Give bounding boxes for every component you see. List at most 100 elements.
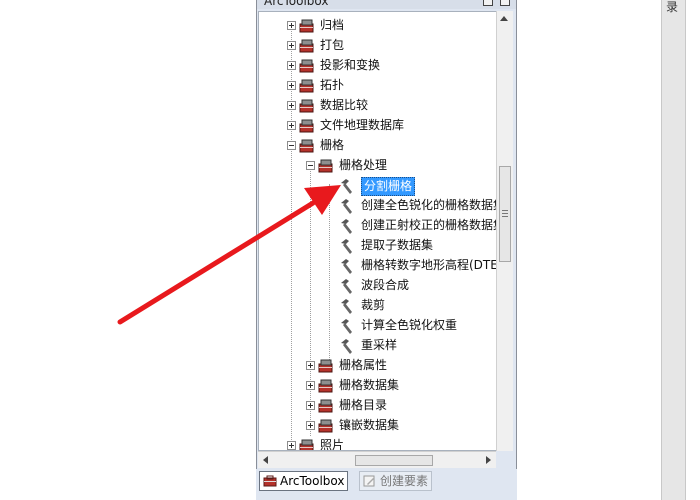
expand-plus-icon[interactable]	[287, 441, 296, 450]
hammer-icon	[341, 179, 352, 194]
tree-item-label: 栅格数据集	[339, 378, 400, 392]
tree-item-toolbox[interactable]: 打包	[259, 36, 512, 55]
bottom-tab-bar: ArcToolbox 创建要素	[256, 469, 517, 500]
collapse-minus-icon[interactable]	[306, 161, 315, 170]
hammer-icon	[341, 339, 352, 354]
toolbox-icon	[299, 39, 314, 53]
hammer-icon	[341, 279, 352, 294]
scroll-up-icon[interactable]	[500, 16, 508, 21]
toolbox-icon	[318, 379, 333, 393]
tab-label: 创建要素	[380, 474, 429, 488]
canvas-area	[0, 0, 256, 500]
tree-item-toolbox[interactable]: 栅格目录	[259, 396, 512, 415]
tree-item-tool[interactable]: 提取子数据集	[259, 236, 512, 255]
expand-plus-icon[interactable]	[287, 41, 296, 50]
tree-item-tool[interactable]: 波段合成	[259, 276, 512, 295]
tree-item-tool[interactable]: 创建全色锐化的栅格数据集	[259, 196, 512, 215]
tree-item-toolbox[interactable]: 拓扑	[259, 76, 512, 95]
tree-item-label: 文件地理数据库	[320, 118, 405, 132]
horizontal-scroll-thumb[interactable]	[355, 455, 433, 466]
hammer-icon	[341, 299, 352, 314]
toolbox-icon	[318, 159, 333, 173]
tree-item-label: 提取子数据集	[361, 238, 434, 252]
hammer-icon	[341, 219, 352, 234]
side-panel-label: 录	[666, 0, 679, 14]
toolbox-icon	[299, 119, 314, 133]
toolbox-icon	[299, 99, 314, 113]
tab-create-features[interactable]: 创建要素	[359, 471, 433, 491]
expand-plus-icon[interactable]	[287, 121, 296, 130]
tree-item-label: 栅格目录	[339, 398, 388, 412]
scroll-right-icon[interactable]	[486, 456, 491, 464]
tree-item-label: 数据比较	[320, 98, 369, 112]
tree-item-label: 裁剪	[361, 298, 386, 312]
tree-item-toolbox[interactable]: 栅格	[259, 136, 512, 155]
tree-item-tool[interactable]: 计算全色锐化权重	[259, 316, 512, 335]
tree-item-toolbox[interactable]: 栅格数据集	[259, 376, 512, 395]
tab-arctoolbox[interactable]: ArcToolbox	[259, 471, 349, 491]
toolbox-icon	[299, 439, 314, 450]
tree-item-toolbox[interactable]: 栅格处理	[259, 156, 512, 175]
tree-item-label: 创建正射校正的栅格数据集	[361, 218, 506, 232]
hammer-icon	[341, 259, 352, 274]
tree-item-label-selected: 分割栅格	[361, 177, 416, 196]
tree-item-tool[interactable]: 创建正射校正的栅格数据集	[259, 216, 512, 235]
collapse-minus-icon[interactable]	[287, 141, 296, 150]
horizontal-scrollbar[interactable]	[258, 451, 496, 468]
expand-plus-icon[interactable]	[306, 401, 315, 410]
tree-item-label: 重采样	[361, 338, 398, 352]
tree-item-toolbox[interactable]: 照片	[259, 436, 512, 451]
tree-item-tool[interactable]: 栅格转数字地形高程(DTED)	[259, 256, 512, 275]
tree-item-label: 栅格转数字地形高程(DTED)	[361, 258, 512, 272]
tree-item-toolbox[interactable]: 文件地理数据库	[259, 116, 512, 135]
tree-item-label: 栅格处理	[339, 158, 388, 172]
tree-item-label: 波段合成	[361, 278, 410, 292]
tree-item-toolbox[interactable]: 数据比较	[259, 96, 512, 115]
expand-plus-icon[interactable]	[287, 61, 296, 70]
vertical-scroll-thumb[interactable]	[499, 166, 511, 262]
close-button[interactable]	[500, 0, 510, 6]
tree-item-label: 照片	[320, 438, 345, 451]
scroll-left-icon[interactable]	[263, 456, 268, 464]
expand-plus-icon[interactable]	[306, 361, 315, 370]
vertical-scrollbar[interactable]	[496, 11, 513, 451]
tree-item-toolbox[interactable]: 栅格属性	[259, 356, 512, 375]
side-panel-tab[interactable]: 录	[661, 0, 686, 500]
tree-item-tool[interactable]: 重采样	[259, 336, 512, 355]
tree-item-toolbox[interactable]: 归档	[259, 16, 512, 35]
tree-item-label: 打包	[320, 38, 345, 52]
expand-plus-icon[interactable]	[306, 421, 315, 430]
tree-item-tool[interactable]: 裁剪	[259, 296, 512, 315]
hammer-icon	[341, 199, 352, 214]
toolbox-icon	[318, 419, 333, 433]
tree-item-label: 计算全色锐化权重	[361, 318, 458, 332]
toolbox-icon	[299, 19, 314, 33]
tree-item-toolbox[interactable]: 镶嵌数据集	[259, 416, 512, 435]
create-features-icon	[363, 475, 375, 487]
expand-plus-icon[interactable]	[287, 21, 296, 30]
toolbox-icon	[299, 139, 314, 153]
toolbox-tree[interactable]: 归档打包投影和变换拓扑数据比较文件地理数据库 栅格栅格处理分割栅格创建全色锐化的栅…	[258, 11, 513, 451]
window-titlebar[interactable]: ArcToolbox	[257, 0, 516, 9]
tab-label: ArcToolbox	[280, 474, 345, 488]
hammer-icon	[341, 239, 352, 254]
toolbox-icon	[318, 399, 333, 413]
expand-plus-icon[interactable]	[287, 101, 296, 110]
tree-item-label: 栅格属性	[339, 358, 388, 372]
tree-item-label: 拓扑	[320, 78, 345, 92]
tree-item-label: 创建全色锐化的栅格数据集	[361, 198, 506, 212]
tree-item-label: 投影和变换	[320, 58, 381, 72]
expand-plus-icon[interactable]	[287, 81, 296, 90]
tree-item-tool[interactable]: 分割栅格	[259, 176, 512, 196]
toolbox-icon	[299, 79, 314, 93]
expand-plus-icon[interactable]	[306, 381, 315, 390]
tree-item-label: 归档	[320, 18, 345, 32]
toolbox-icon	[299, 59, 314, 73]
tree-item-label: 镶嵌数据集	[339, 418, 400, 432]
restore-button[interactable]	[483, 0, 493, 6]
hammer-icon	[341, 319, 352, 334]
tree-item-label: 栅格	[320, 138, 345, 152]
window-title: ArcToolbox	[264, 0, 329, 8]
tree-item-toolbox[interactable]: 投影和变换	[259, 56, 512, 75]
toolbox-icon	[318, 359, 333, 373]
